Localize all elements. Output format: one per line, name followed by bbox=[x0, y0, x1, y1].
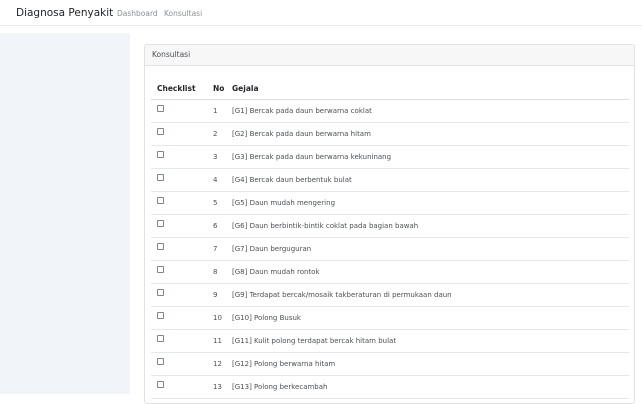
row-number: 8 bbox=[209, 260, 232, 284]
symptom-checkbox[interactable] bbox=[157, 220, 164, 227]
header-no: No bbox=[209, 79, 232, 100]
table-row: 2 [G2] Bercak pada daun berwarna hitam bbox=[151, 122, 629, 146]
header-gejala: Gejala bbox=[232, 79, 629, 100]
symptom-checkbox[interactable] bbox=[157, 151, 164, 158]
row-number: 7 bbox=[209, 237, 232, 261]
symptom-text: [G1] Bercak pada daun berwarna coklat bbox=[232, 99, 629, 123]
checklist-cell bbox=[151, 260, 209, 284]
brand-title[interactable]: Diagnosa Penyakit bbox=[16, 7, 113, 19]
table-row: 4 [G4] Bercak daun berbentuk bulat bbox=[151, 168, 629, 192]
header-checklist: Checklist bbox=[151, 79, 209, 100]
row-number: 2 bbox=[209, 122, 232, 146]
symptom-checkbox[interactable] bbox=[157, 243, 164, 250]
table-row: 11 [G11] Kulit polong terdapat bercak hit… bbox=[151, 329, 629, 353]
checklist-cell bbox=[151, 122, 209, 146]
checklist-cell bbox=[151, 375, 209, 399]
symptom-checkbox[interactable] bbox=[157, 358, 164, 365]
table-row: 8 [G8] Daun mudah rontok bbox=[151, 260, 629, 284]
row-number: 13 bbox=[209, 375, 232, 399]
table-row: 12 [G12] Polong berwarna hitam bbox=[151, 352, 629, 376]
table-row: 9 [G9] Terdapat bercak/mosaik takberatura… bbox=[151, 283, 629, 307]
symptom-text: [G2] Bercak pada daun berwarna hitam bbox=[232, 122, 629, 146]
checklist-cell bbox=[151, 191, 209, 215]
table-row: 6 [G6] Daun berbintik-bintik coklat pada … bbox=[151, 214, 629, 238]
symptom-text: [G9] Terdapat bercak/mosaik takberaturan… bbox=[232, 283, 629, 307]
row-number: 10 bbox=[209, 306, 232, 330]
symptom-text: [G7] Daun berguguran bbox=[232, 237, 629, 261]
table-row: 13 [G13] Polong berkecambah bbox=[151, 375, 629, 399]
symptom-checkbox[interactable] bbox=[157, 105, 164, 112]
checklist-cell bbox=[151, 352, 209, 376]
symptom-checkbox[interactable] bbox=[157, 266, 164, 273]
symptom-text: [G13] Polong berkecambah bbox=[232, 375, 629, 399]
symptom-checkbox[interactable] bbox=[157, 312, 164, 319]
symptom-table: Checklist No Gejala 1 [G1] Bercak pada da… bbox=[151, 79, 629, 399]
checklist-cell bbox=[151, 168, 209, 192]
table-row: 5 [G5] Daun mudah mengering bbox=[151, 191, 629, 215]
table-row: 10 [G10] Polong Busuk bbox=[151, 306, 629, 330]
row-number: 12 bbox=[209, 352, 232, 376]
checklist-cell bbox=[151, 145, 209, 169]
card-header-title: Konsultasi bbox=[145, 45, 634, 66]
checklist-cell bbox=[151, 329, 209, 353]
symptom-text: [G4] Bercak daun berbentuk bulat bbox=[232, 168, 629, 192]
nav-link-dashboard[interactable]: Dashboard bbox=[117, 9, 158, 18]
symptom-text: [G6] Daun berbintik-bintik coklat pada b… bbox=[232, 214, 629, 238]
row-number: 4 bbox=[209, 168, 232, 192]
symptom-text: [G3] Bercak pada daun berwarna kekuninan… bbox=[232, 145, 629, 169]
checklist-cell bbox=[151, 237, 209, 261]
nav-link-konsultasi[interactable]: Konsultasi bbox=[164, 9, 202, 18]
row-number: 11 bbox=[209, 329, 232, 353]
checklist-cell bbox=[151, 306, 209, 330]
checklist-cell bbox=[151, 99, 209, 123]
top-navbar: Diagnosa Penyakit Dashboard Konsultasi bbox=[0, 0, 642, 26]
table-row: 1 [G1] Bercak pada daun berwarna coklat bbox=[151, 99, 629, 123]
row-number: 1 bbox=[209, 99, 232, 123]
symptom-text: [G11] Kulit polong terdapat bercak hitam… bbox=[232, 329, 629, 353]
row-number: 9 bbox=[209, 283, 232, 307]
symptom-checkbox[interactable] bbox=[157, 128, 164, 135]
symptom-text: [G10] Polong Busuk bbox=[232, 306, 629, 330]
row-number: 5 bbox=[209, 191, 232, 215]
symptom-checkbox[interactable] bbox=[157, 174, 164, 181]
symptom-text: [G8] Daun mudah rontok bbox=[232, 260, 629, 284]
symptom-checkbox[interactable] bbox=[157, 335, 164, 342]
table-row: 7 [G7] Daun berguguran bbox=[151, 237, 629, 261]
row-number: 6 bbox=[209, 214, 232, 238]
row-number: 3 bbox=[209, 145, 232, 169]
symptom-text: [G12] Polong berwarna hitam bbox=[232, 352, 629, 376]
symptom-checkbox[interactable] bbox=[157, 381, 164, 388]
sidebar bbox=[0, 33, 130, 394]
checklist-cell bbox=[151, 283, 209, 307]
konsultasi-card: Konsultasi Checklist No Gejala 1 [G1] Ber… bbox=[144, 44, 635, 404]
table-row: 3 [G3] Bercak pada daun berwarna kekunina… bbox=[151, 145, 629, 169]
symptom-text: [G5] Daun mudah mengering bbox=[232, 191, 629, 215]
symptom-checkbox[interactable] bbox=[157, 289, 164, 296]
symptom-checkbox[interactable] bbox=[157, 197, 164, 204]
checklist-cell bbox=[151, 214, 209, 238]
table-header-row: Checklist No Gejala bbox=[151, 79, 629, 100]
